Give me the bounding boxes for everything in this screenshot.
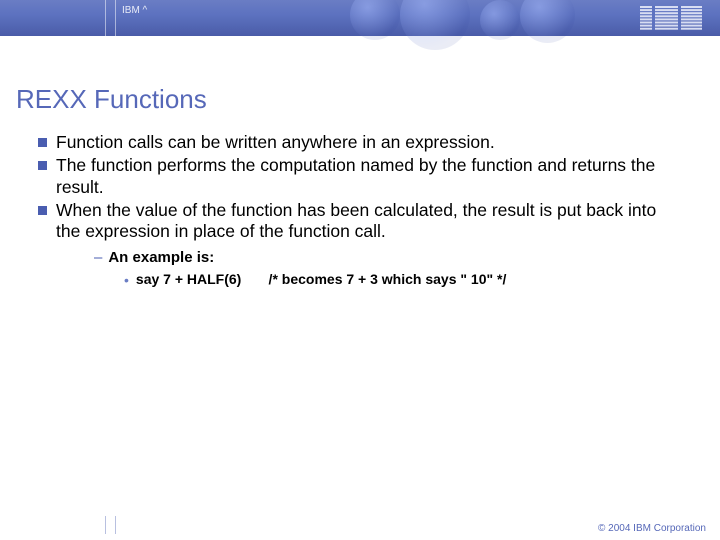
sub-list: – An example is: • say 7 + HALF(6) /* be…	[94, 249, 682, 290]
sub-item: – An example is:	[94, 249, 682, 268]
bullet-text: When the value of the function has been …	[56, 200, 682, 243]
subsub-item: • say 7 + HALF(6) /* becomes 7 + 3 which…	[124, 271, 682, 289]
slide-content: Function calls can be written anywhere i…	[38, 132, 682, 290]
slide-footer: © 2004 IBM Corporation	[0, 516, 720, 540]
brand-label: IBM ^	[122, 5, 147, 16]
code-example: say 7 + HALF(6) /* becomes 7 + 3 which s…	[136, 271, 506, 287]
square-bullet-icon	[38, 161, 47, 170]
slide-title: REXX Functions	[16, 84, 207, 115]
sub-text: An example is:	[108, 249, 214, 268]
ibm-logo-icon	[640, 6, 702, 30]
bullet-item: The function performs the computation na…	[38, 155, 682, 198]
header-divider-lines	[105, 0, 116, 36]
square-bullet-icon	[38, 138, 47, 147]
header-decoration	[340, 0, 600, 36]
bullet-text: Function calls can be written anywhere i…	[56, 132, 495, 153]
bullet-item: When the value of the function has been …	[38, 200, 682, 243]
square-bullet-icon	[38, 206, 47, 215]
bullet-text: The function performs the computation na…	[56, 155, 682, 198]
slide-header: IBM ^	[0, 0, 720, 36]
copyright-text: © 2004 IBM Corporation	[598, 523, 706, 534]
dash-bullet-icon: –	[94, 249, 102, 267]
bullet-item: Function calls can be written anywhere i…	[38, 132, 682, 153]
footer-divider-lines	[105, 516, 116, 534]
dot-bullet-icon: •	[124, 271, 129, 289]
subsub-list: • say 7 + HALF(6) /* becomes 7 + 3 which…	[124, 271, 682, 289]
